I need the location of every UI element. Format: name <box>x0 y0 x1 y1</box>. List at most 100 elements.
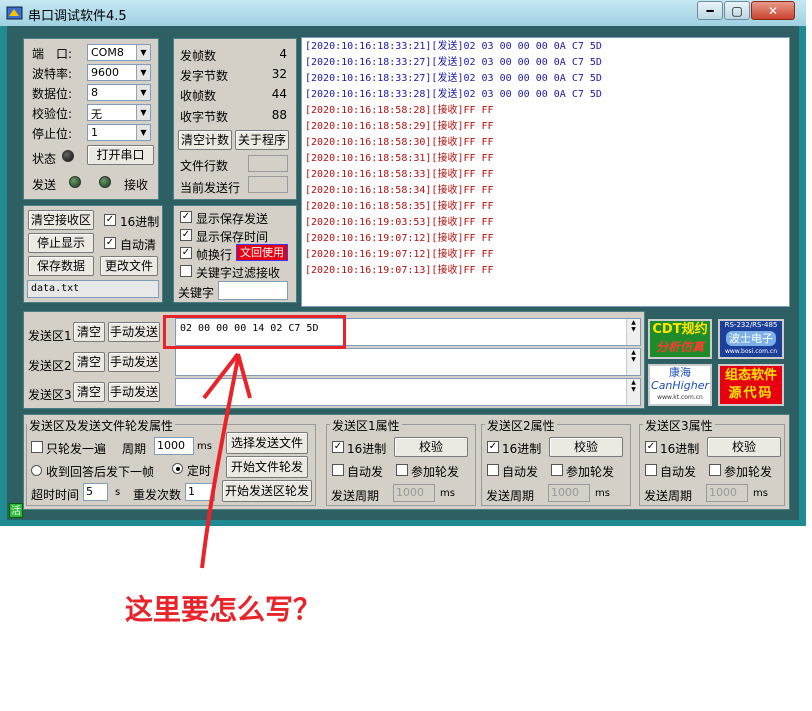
area-3-poll-label: 参加轮发 <box>724 465 773 479</box>
send-area-2-clear-button[interactable]: 清空 <box>73 352 105 372</box>
log-line: [2020:10:16:18:58:29][接收]FF FF <box>305 121 494 132</box>
bosi-ad-top: RS-232/RS-485 <box>724 321 778 329</box>
area-1-props-title: 发送区1属性 <box>330 417 402 434</box>
clear-receive-button[interactable]: 清空接收区 <box>28 210 94 230</box>
area-1-check-button[interactable]: 校验 <box>394 437 468 457</box>
receive-controls-panel: 清空接收区 ✓ 16进制 停止显示 ✓ 自动清 保存数据 更改文件 data.t… <box>23 205 163 303</box>
timeout-input[interactable]: 5 <box>83 483 108 501</box>
keyword-input[interactable] <box>218 281 288 300</box>
kanghai-ad-banner[interactable]: 康海 CanHigher www.kt.com.cn <box>648 364 712 406</box>
recv-bytes-label: 收字节数 <box>180 110 229 124</box>
databits-select[interactable]: 8 ▼ <box>87 84 151 101</box>
area-3-period-label: 发送周期 <box>644 489 693 503</box>
area-1-hex-checkbox[interactable]: ✓ <box>332 441 344 453</box>
open-port-button[interactable]: 打开串口 <box>87 145 154 165</box>
stop-display-button[interactable]: 停止显示 <box>28 233 94 253</box>
port-label: 端 口: <box>32 47 73 61</box>
send-area-1-manual-button[interactable]: 手动发送 <box>108 322 160 342</box>
log-line: [2020:10:16:18:58:30][接收]FF FF <box>305 137 494 148</box>
send-frames-value: 4 <box>279 47 287 61</box>
log-lines: [2020:10:16:18:33:21][发送]02 03 00 00 00 … <box>305 39 602 279</box>
send-indicator-label: 发送 <box>32 178 57 192</box>
port-settings-panel: 端 口: COM8 ▼ 波特率: 9600 ▼ 数据位: 8 ▼ 校验位: 无 ▼ 停止… <box>23 38 159 200</box>
show-send-checkbox[interactable]: ✓ <box>180 211 192 223</box>
area-2-check-button[interactable]: 校验 <box>549 437 623 457</box>
show-send-label: 显示保存发送 <box>196 212 269 226</box>
send-area-1-scrollbar[interactable]: ▲ ▼ <box>626 319 640 345</box>
timeout-unit: s <box>115 487 121 498</box>
parity-label: 校验位: <box>32 107 73 121</box>
send-area-2-scrollbar[interactable]: ▲ ▼ <box>626 349 640 375</box>
maximize-button[interactable]: ▢ <box>724 1 750 20</box>
timeout-label: 超时时间 <box>31 488 80 502</box>
parity-select[interactable]: 无 ▼ <box>87 104 151 121</box>
autoclear-checkbox[interactable]: ✓ <box>104 237 116 249</box>
area-2-period-input[interactable]: 1000 <box>548 484 590 502</box>
baud-select[interactable]: 9600 ▼ <box>87 64 151 81</box>
cdt-ad-banner[interactable]: CDT规约 分析仿真 <box>648 319 712 359</box>
area-1-hex-label: 16进制 <box>347 442 387 456</box>
log-line: [2020:10:16:18:58:31][接收]FF FF <box>305 153 494 164</box>
counters-panel: 发帧数 4 发字节数 32 收帧数 44 收字节数 88 清空计数 关于程序 文… <box>173 38 297 200</box>
area-3-hex-checkbox[interactable]: ✓ <box>645 441 657 453</box>
log-line: [2020:10:16:18:58:28][接收]FF FF <box>305 105 494 116</box>
kanghai-ad-en: CanHigher <box>651 379 709 392</box>
change-file-button[interactable]: 更改文件 <box>100 256 158 276</box>
send-area-3-scrollbar[interactable]: ▲ ▼ <box>626 379 640 405</box>
send-bytes-label: 发字节数 <box>180 69 229 83</box>
send-area-1-clear-button[interactable]: 清空 <box>73 322 105 342</box>
area-3-auto-checkbox[interactable] <box>645 464 657 476</box>
area-3-props-title: 发送区3属性 <box>643 417 715 434</box>
status-led-icon <box>62 150 74 162</box>
current-line-label: 当前发送行 <box>180 181 241 195</box>
area-1-poll-checkbox[interactable] <box>396 464 408 476</box>
frame-newline-checkbox[interactable]: ✓ <box>180 247 192 259</box>
port-select[interactable]: COM8 ▼ <box>87 44 151 61</box>
keyword-filter-label: 关键字过滤接收 <box>196 266 281 280</box>
send-area-3-clear-button[interactable]: 清空 <box>73 382 105 402</box>
send-bytes-value: 32 <box>271 67 287 81</box>
repeat-label: 重发次数 <box>133 488 182 502</box>
minimize-button[interactable]: ━ <box>697 1 723 20</box>
close-button[interactable]: ✕ <box>751 1 795 20</box>
chevron-down-icon: ▼ <box>136 45 150 60</box>
log-line: [2020:10:16:18:33:28][发送]02 03 00 00 00 … <box>305 89 602 100</box>
chevron-down-icon: ▼ <box>136 85 150 100</box>
area-1-auto-checkbox[interactable] <box>332 464 344 476</box>
only-once-checkbox[interactable] <box>31 441 43 453</box>
hex-display-checkbox[interactable]: ✓ <box>104 214 116 226</box>
area-1-period-unit: ms <box>440 488 455 499</box>
about-button[interactable]: 关于程序 <box>235 130 289 150</box>
filename-field[interactable]: data.txt <box>27 280 159 298</box>
area-3-auto-label: 自动发 <box>660 465 697 479</box>
send-area-2-manual-button[interactable]: 手动发送 <box>108 352 160 372</box>
area-2-poll-checkbox[interactable] <box>551 464 563 476</box>
bosi-ad-banner[interactable]: RS-232/RS-485 波士电子 www.bosi.com.cn <box>718 319 784 359</box>
status-indicator: 活 <box>9 503 23 518</box>
area-1-period-input[interactable]: 1000 <box>393 484 435 502</box>
area-2-auto-checkbox[interactable] <box>487 464 499 476</box>
area-2-poll-label: 参加轮发 <box>566 465 615 479</box>
area-3-check-button[interactable]: 校验 <box>707 437 781 457</box>
clear-counters-button[interactable]: 清空计数 <box>178 130 232 150</box>
config-software-ad-banner[interactable]: 组态软件 源代码 <box>718 364 784 406</box>
after-reply-radio[interactable] <box>31 465 42 476</box>
area-2-hex-checkbox[interactable]: ✓ <box>487 441 499 453</box>
save-data-button[interactable]: 保存数据 <box>28 256 94 276</box>
area-3-hex-label: 16进制 <box>660 442 700 456</box>
recv-frames-label: 收帧数 <box>180 89 217 103</box>
display-options-panel: ✓ 显示保存发送 ✓ 显示保存时间 ✓ 帧换行 文回使用 关键字过滤接收 关键字 <box>173 205 297 303</box>
stopbits-select[interactable]: 1 ▼ <box>87 124 151 141</box>
config-ad-line2: 源代码 <box>728 386 774 401</box>
send-area-3-manual-button[interactable]: 手动发送 <box>108 382 160 402</box>
area-2-period-unit: ms <box>595 488 610 499</box>
databits-label: 数据位: <box>32 87 73 101</box>
show-time-checkbox[interactable]: ✓ <box>180 229 192 241</box>
stopbits-label: 停止位: <box>32 127 73 141</box>
area-3-poll-checkbox[interactable] <box>709 464 721 476</box>
chevron-down-icon: ▼ <box>136 65 150 80</box>
period-label: 周期 <box>122 442 147 456</box>
receive-log[interactable]: [2020:10:16:18:33:21][发送]02 03 00 00 00 … <box>301 37 790 307</box>
keyword-filter-checkbox[interactable] <box>180 265 192 277</box>
area-3-period-input[interactable]: 1000 <box>706 484 748 502</box>
